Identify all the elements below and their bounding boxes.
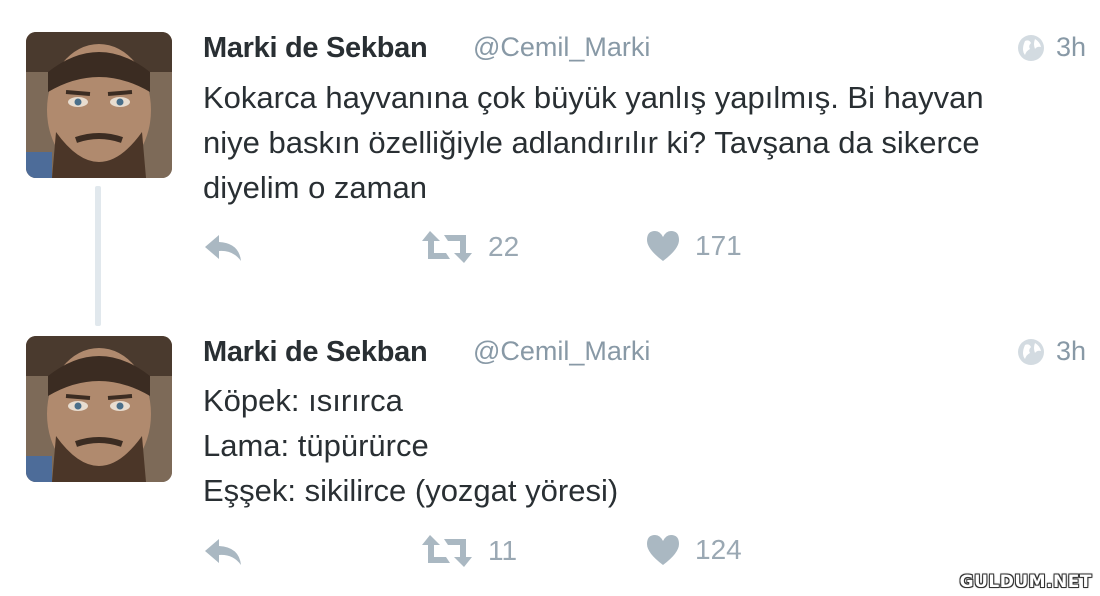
tweet-text-line: Eşşek: sikilirce (yozgat yöresi) [203,473,619,508]
avatar[interactable] [26,336,172,482]
retweet-icon [422,535,472,567]
time-label: 3h [1055,336,1086,366]
reply-icon [205,539,241,565]
heart-icon [647,231,679,261]
tweet[interactable]: Marki de Sekban @Cemil_Marki 3h Köpek: ı… [0,300,1100,596]
tweet-text-line: Köpek: ısırırca [203,383,403,418]
retweet-icon [422,231,472,263]
reply-icon [205,235,241,261]
reply-button[interactable] [203,535,243,567]
like-button[interactable]: 171 [645,229,742,263]
tweet-text-line: niye baskın özelliğiyle adlandırılır ki?… [203,125,980,160]
retweet-count: 22 [488,231,520,262]
watermark: GULDUM.NET [959,572,1092,592]
like-count: 124 [695,534,742,565]
retweet-count: 11 [488,535,518,566]
tweet-text: Kokarca hayvanına çok büyük yanlış yapıl… [203,75,1083,210]
reply-button[interactable] [203,231,243,263]
globe-icon [1017,34,1044,61]
heart-icon [647,535,679,565]
tweet-time[interactable]: 3h [1016,32,1086,63]
retweet-button[interactable]: 11 [420,533,517,569]
tweet-text-line: Kokarca hayvanına çok büyük yanlış yapıl… [203,80,984,115]
tweet-time[interactable]: 3h [1016,336,1086,367]
tweet[interactable]: Marki de Sekban @Cemil_Marki 3h Kokarca … [0,0,1100,326]
author-handle[interactable]: @Cemil_Marki [473,32,650,63]
tweet-text-line: diyelim o zaman [203,170,427,205]
time-label: 3h [1055,32,1086,62]
author-handle[interactable]: @Cemil_Marki [473,336,650,367]
author-name[interactable]: Marki de Sekban [203,336,428,369]
retweet-button[interactable]: 22 [420,229,519,265]
avatar[interactable] [26,32,172,178]
author-name[interactable]: Marki de Sekban [203,32,428,65]
tweet-text: Köpek: ısırırca Lama: tüpürürce Eşşek: s… [203,378,1083,513]
globe-icon [1017,338,1044,365]
tweet-text-line: Lama: tüpürürce [203,428,429,463]
tweet-actions: 22 171 [0,229,1100,269]
like-button[interactable]: 124 [645,533,742,567]
like-count: 171 [695,230,742,261]
tweet-actions: 11 124 [0,533,1100,573]
